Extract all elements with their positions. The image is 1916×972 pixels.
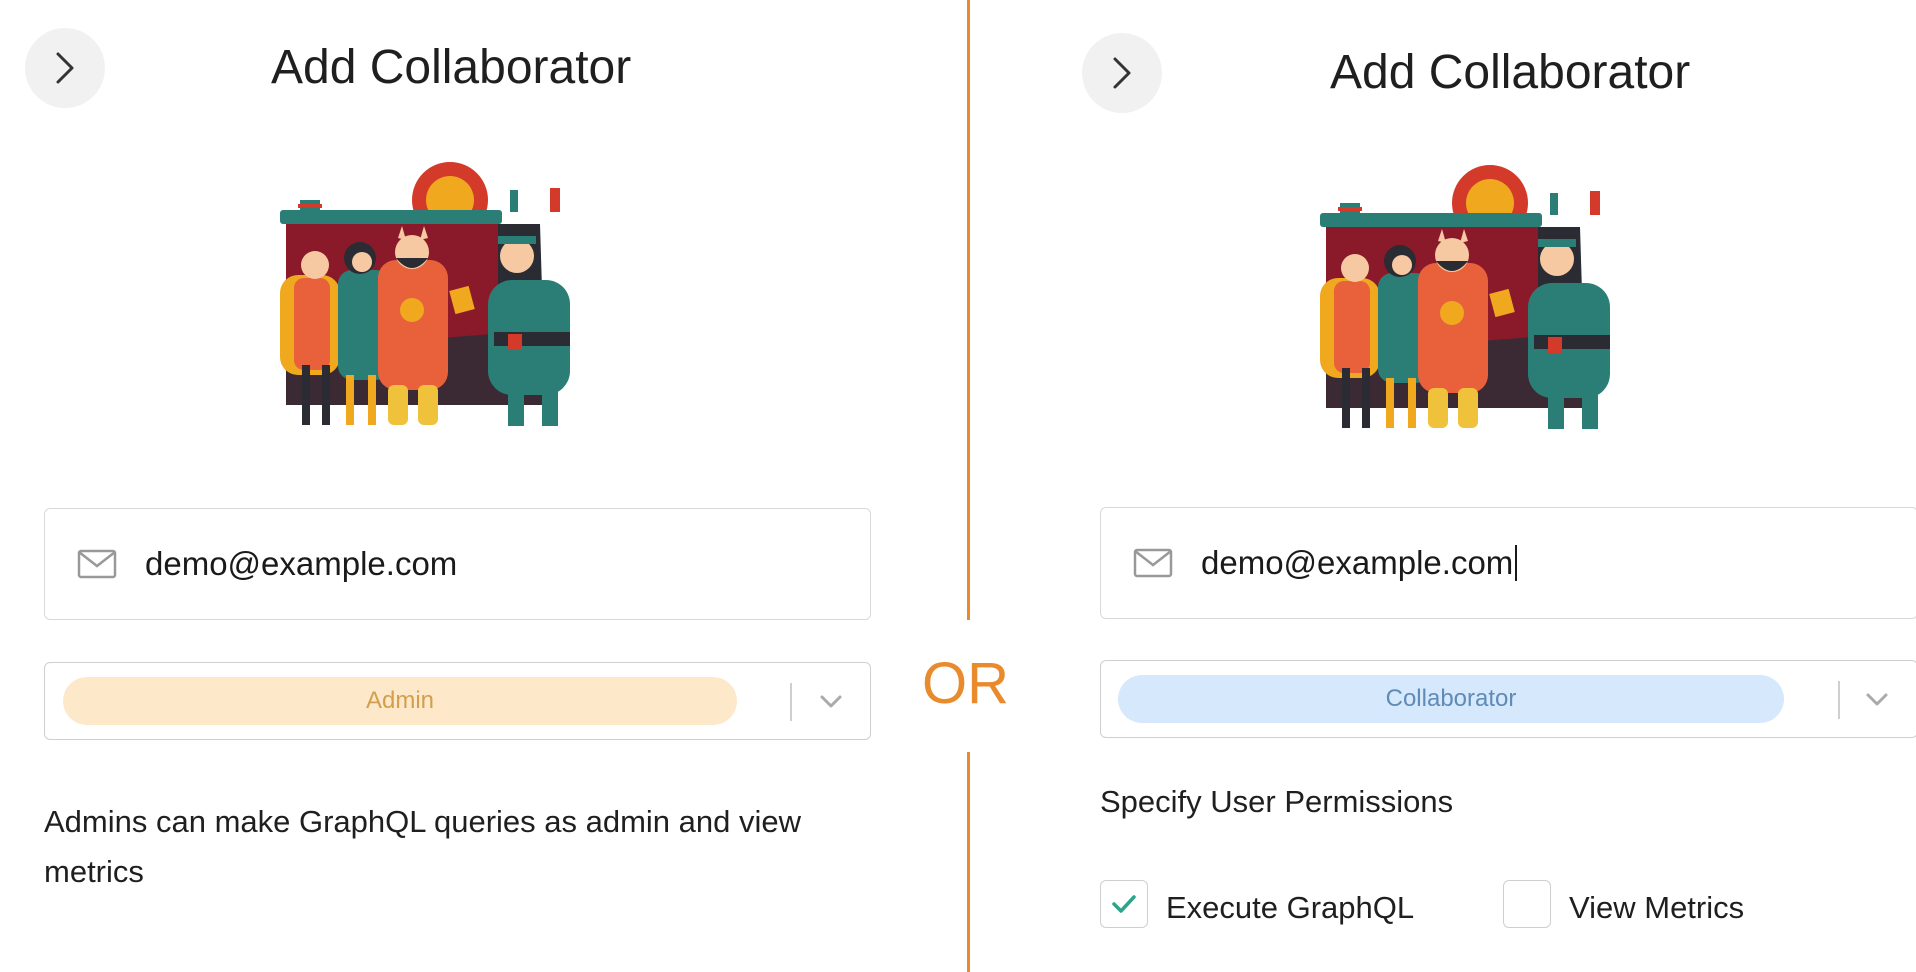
select-divider bbox=[1838, 681, 1840, 719]
mail-icon bbox=[1133, 548, 1173, 578]
role-description: Admins can make GraphQL queries as admin… bbox=[44, 804, 802, 889]
separator-line-bottom bbox=[967, 752, 970, 972]
role-pill-collaborator: Collaborator bbox=[1118, 675, 1784, 723]
mail-icon bbox=[77, 549, 117, 579]
right-panel: Add Collaborator demo@example.com Collab… bbox=[1020, 0, 1916, 972]
email-field[interactable]: demo@example.com bbox=[44, 508, 871, 620]
team-illustration bbox=[280, 162, 570, 426]
left-panel: Add Collaborator demo@example.com Admin … bbox=[0, 0, 950, 972]
chevron-down-icon[interactable] bbox=[1863, 685, 1891, 713]
email-field[interactable]: demo@example.com bbox=[1100, 507, 1916, 619]
email-value: demo@example.com bbox=[1201, 544, 1514, 581]
chevron-down-icon[interactable] bbox=[817, 687, 845, 715]
role-pill-admin: Admin bbox=[63, 677, 737, 725]
chevron-right-icon bbox=[56, 52, 74, 84]
chevron-right-icon bbox=[1113, 57, 1131, 89]
view-metrics-checkbox[interactable] bbox=[1503, 880, 1551, 928]
check-icon bbox=[1112, 895, 1136, 913]
select-divider bbox=[790, 683, 792, 721]
email-value: demo@example.com bbox=[145, 545, 458, 582]
page-title: Add Collaborator bbox=[271, 41, 632, 94]
view-metrics-label[interactable]: View Metrics bbox=[1569, 890, 1744, 926]
back-button[interactable] bbox=[1082, 33, 1162, 113]
or-label: OR bbox=[922, 651, 1009, 716]
role-select[interactable]: Collaborator bbox=[1100, 660, 1916, 738]
role-select[interactable]: Admin bbox=[44, 662, 871, 740]
team-illustration bbox=[1320, 165, 1610, 429]
permissions-title: Specify User Permissions bbox=[1100, 784, 1454, 819]
execute-graphql-label[interactable]: Execute GraphQL bbox=[1166, 890, 1414, 926]
page-title: Add Collaborator bbox=[1330, 46, 1691, 99]
back-button[interactable] bbox=[25, 28, 105, 108]
separator-line-top bbox=[967, 0, 970, 620]
text-caret bbox=[1515, 545, 1518, 581]
execute-graphql-checkbox[interactable] bbox=[1100, 880, 1148, 928]
